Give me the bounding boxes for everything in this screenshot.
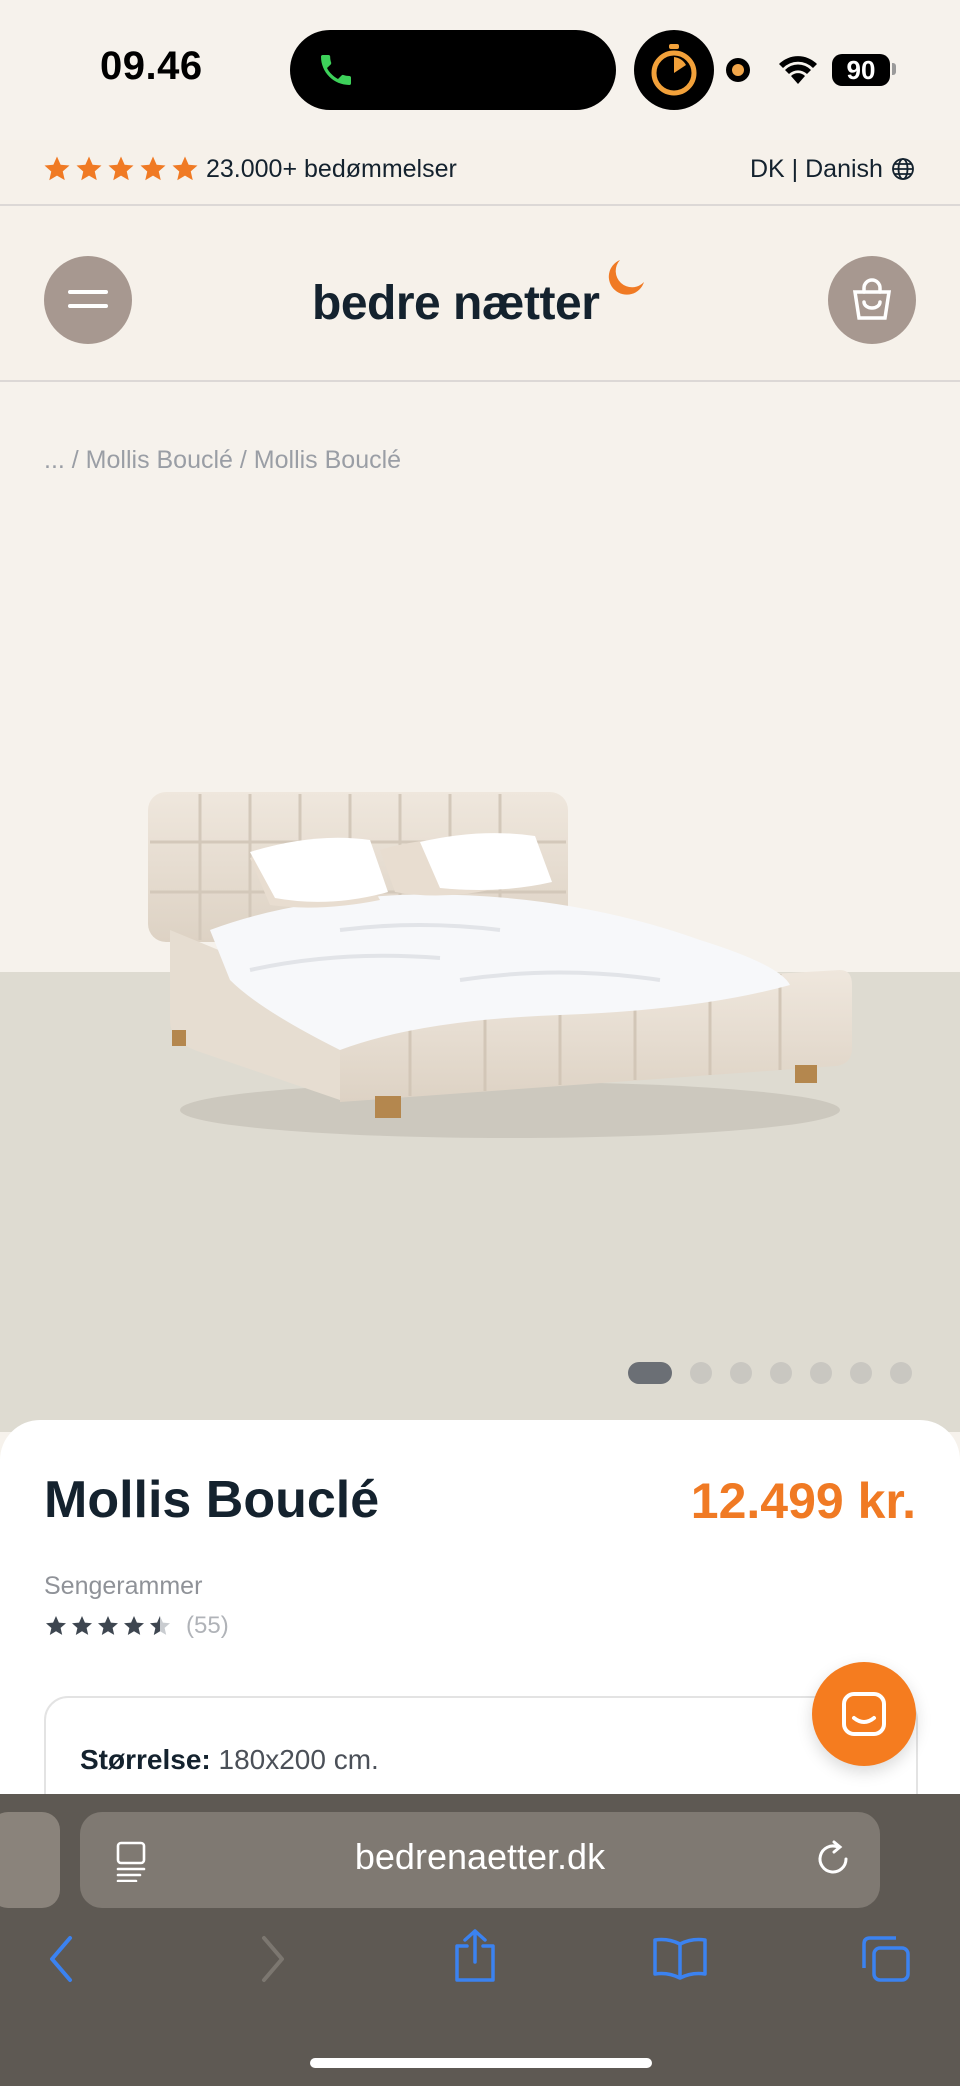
- recording-indicator: [726, 58, 750, 82]
- home-indicator[interactable]: [310, 2058, 652, 2068]
- gallery-dot[interactable]: [770, 1362, 792, 1384]
- timer-activity[interactable]: [634, 30, 714, 110]
- gallery-dot[interactable]: [628, 1362, 672, 1384]
- chat-button[interactable]: [812, 1662, 916, 1766]
- bookmarks-icon[interactable]: [652, 1936, 708, 1980]
- size-value: 180x200 cm.: [218, 1744, 379, 1775]
- reload-icon[interactable]: [812, 1838, 854, 1880]
- half-star-icon: [150, 1616, 170, 1635]
- previous-tab-peek[interactable]: [0, 1812, 60, 1908]
- gallery-dot[interactable]: [810, 1362, 832, 1384]
- cart-icon: [852, 278, 892, 320]
- globe-icon: [892, 158, 914, 180]
- gallery-dot[interactable]: [690, 1362, 712, 1384]
- forward-icon[interactable]: [258, 1934, 288, 1984]
- review-count: (55): [186, 1612, 229, 1639]
- battery-level: 90: [832, 54, 890, 86]
- menu-icon: [68, 304, 108, 308]
- menu-button[interactable]: [44, 256, 132, 344]
- gallery-dot[interactable]: [730, 1362, 752, 1384]
- gallery-dot[interactable]: [890, 1362, 912, 1384]
- url-text: bedrenaetter.dk: [354, 1836, 606, 1877]
- star-icon: [108, 156, 134, 181]
- gallery-dot[interactable]: [850, 1362, 872, 1384]
- size-selector-text: Størrelse: 180x200 cm.: [80, 1744, 379, 1776]
- tabs-icon[interactable]: [860, 1934, 912, 1984]
- moon-logo-icon: [608, 260, 644, 295]
- star-icon: [76, 156, 102, 181]
- reviews-count-text[interactable]: 23.000+ bedømmelser: [206, 154, 457, 184]
- image-pagination[interactable]: [628, 1362, 912, 1384]
- back-icon[interactable]: [46, 1934, 76, 1984]
- product-category[interactable]: Sengerammer: [44, 1572, 202, 1601]
- product-price: 12.499 kr.: [690, 1473, 916, 1529]
- breadcrumb[interactable]: ... / Mollis Bouclé / Mollis Bouclé: [44, 446, 401, 475]
- share-icon[interactable]: [452, 1928, 498, 1984]
- phone-icon: [321, 55, 351, 85]
- battery-tip: [892, 63, 896, 75]
- product-rating[interactable]: (55): [44, 1612, 229, 1640]
- site-logo[interactable]: bedre nætter: [312, 276, 600, 331]
- chat-icon: [842, 1692, 886, 1736]
- star-icon: [44, 156, 70, 181]
- timer-icon: [651, 44, 697, 96]
- status-time: 09.46: [100, 44, 203, 88]
- star-icon: [98, 1616, 118, 1635]
- size-label: Størrelse:: [80, 1744, 211, 1775]
- product-title: Mollis Bouclé: [44, 1471, 380, 1529]
- locale-selector[interactable]: DK | Danish: [750, 154, 915, 184]
- wifi-icon: [779, 56, 817, 84]
- star-icon: [72, 1616, 92, 1635]
- star-icon: [46, 1616, 66, 1635]
- star-icon: [140, 156, 166, 181]
- product-image[interactable]: [140, 780, 860, 1160]
- star-icon: [172, 156, 198, 181]
- menu-icon: [68, 290, 108, 294]
- cart-button[interactable]: [828, 256, 916, 344]
- top-rating-stars: [42, 154, 200, 184]
- dynamic-island[interactable]: [290, 30, 616, 110]
- locale-label: DK | Danish: [750, 155, 883, 183]
- star-icon: [124, 1616, 144, 1635]
